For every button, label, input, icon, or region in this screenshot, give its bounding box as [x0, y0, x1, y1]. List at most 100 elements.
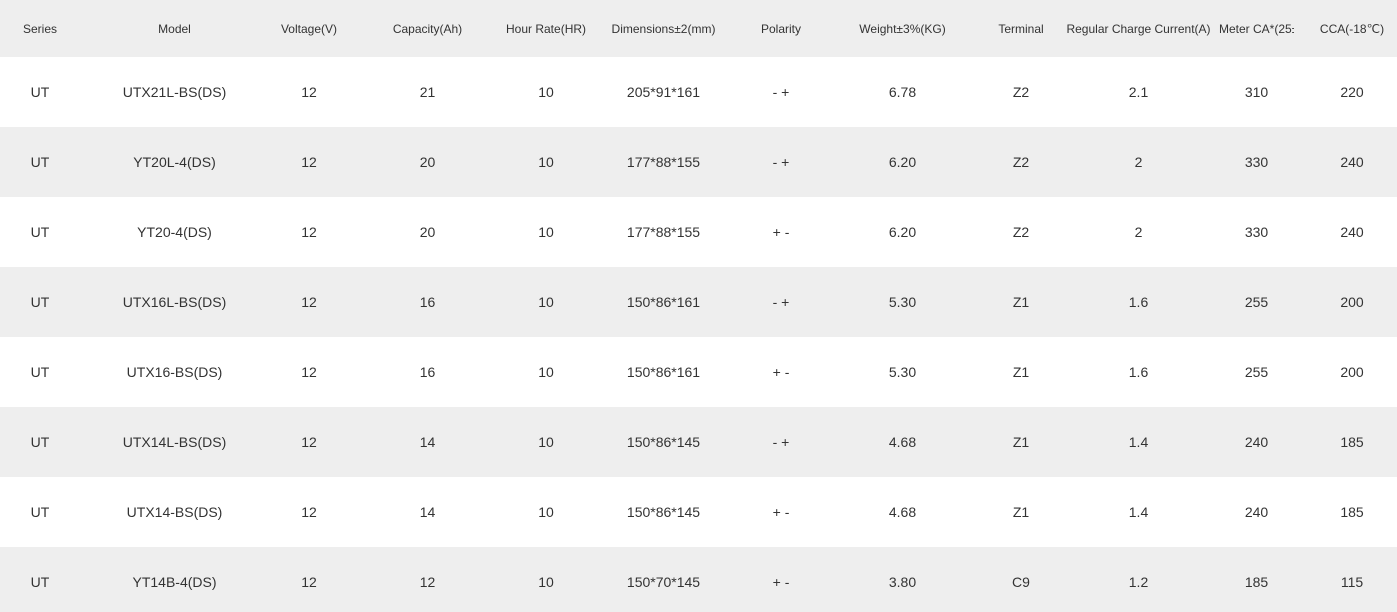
table-row: UT UTX21L-BS(DS) 12 21 10 205*91*161 - +… [0, 57, 1397, 127]
cell-dimensions: 177*88*155 [626, 224, 701, 240]
cell-hour-rate: 10 [538, 84, 554, 100]
cell-weight: 5.30 [888, 364, 917, 380]
cell-meter-ca: 330 [1244, 224, 1269, 240]
cell-terminal: Z1 [1012, 504, 1030, 520]
table-header-row: Series Model Voltage(V) Capacity(Ah) Hou… [0, 0, 1397, 57]
cell-model: YT14B-4(DS) [132, 574, 217, 590]
cell-series: UT [30, 294, 50, 310]
cell-polarity: - + [772, 434, 790, 450]
cell-cca: 200 [1340, 364, 1364, 380]
cell-weight: 4.68 [888, 504, 917, 520]
cell-series: UT [30, 504, 50, 520]
header-series: Series [22, 21, 57, 36]
table-row: UT UTX14L-BS(DS) 12 14 10 150*86*145 - +… [0, 407, 1397, 477]
cell-regular-charge-current: 1.6 [1128, 364, 1149, 380]
table-row: UT YT20-4(DS) 12 20 10 177*88*155 + - 6.… [0, 197, 1397, 267]
cell-terminal: Z2 [1012, 224, 1030, 240]
cell-capacity: 20 [419, 154, 436, 170]
header-voltage: Voltage(V) [280, 21, 338, 36]
cell-regular-charge-current: 2 [1134, 224, 1143, 240]
header-cca: CCA(-18℃) [1319, 21, 1385, 36]
cell-model: UTX16-BS(DS) [126, 364, 223, 380]
cell-regular-charge-current: 1.4 [1128, 504, 1149, 520]
cell-cca: 240 [1340, 224, 1364, 240]
table-row: UT UTX16-BS(DS) 12 16 10 150*86*161 + - … [0, 337, 1397, 407]
header-terminal: Terminal [998, 21, 1044, 36]
cell-dimensions: 150*86*161 [626, 364, 701, 380]
cell-cca: 200 [1340, 294, 1364, 310]
cell-series: UT [30, 434, 50, 450]
cell-dimensions: 150*70*145 [626, 574, 701, 590]
cell-dimensions: 150*86*161 [626, 294, 701, 310]
cell-voltage: 12 [301, 504, 317, 520]
cell-weight: 5.30 [888, 294, 917, 310]
header-regular-charge-current: Regular Charge Current(A) [1066, 21, 1211, 36]
cell-voltage: 12 [301, 364, 317, 380]
cell-weight: 6.20 [888, 154, 917, 170]
cell-capacity: 12 [419, 574, 436, 590]
cell-capacity: 14 [419, 504, 436, 520]
battery-spec-table: Series Model Voltage(V) Capacity(Ah) Hou… [0, 0, 1397, 612]
cell-cca: 115 [1340, 574, 1364, 590]
cell-model: UTX14-BS(DS) [126, 504, 223, 520]
cell-hour-rate: 10 [538, 434, 554, 450]
cell-regular-charge-current: 2.1 [1128, 84, 1149, 100]
cell-meter-ca: 185 [1244, 574, 1269, 590]
cell-series: UT [30, 364, 50, 380]
cell-meter-ca: 330 [1244, 154, 1269, 170]
cell-polarity: - + [772, 154, 790, 170]
cell-terminal: Z1 [1012, 294, 1030, 310]
cell-polarity: + - [772, 504, 790, 520]
table-row: UT UTX16L-BS(DS) 12 16 10 150*86*161 - +… [0, 267, 1397, 337]
cell-hour-rate: 10 [538, 154, 554, 170]
cell-dimensions: 150*86*145 [626, 434, 701, 450]
cell-model: UTX16L-BS(DS) [122, 294, 227, 310]
table-row: UT YT14B-4(DS) 12 12 10 150*70*145 + - 3… [0, 547, 1397, 612]
cell-weight: 4.68 [888, 434, 917, 450]
header-capacity: Capacity(Ah) [392, 21, 463, 36]
cell-terminal: Z2 [1012, 154, 1030, 170]
cell-weight: 6.78 [888, 84, 917, 100]
cell-capacity: 14 [419, 434, 436, 450]
cell-terminal: Z2 [1012, 84, 1030, 100]
table-row: UT UTX14-BS(DS) 12 14 10 150*86*145 + - … [0, 477, 1397, 547]
cell-polarity: + - [772, 574, 790, 590]
header-dimensions: Dimensions±2(mm) [611, 21, 716, 36]
cell-series: UT [30, 574, 50, 590]
cell-meter-ca: 255 [1244, 294, 1269, 310]
cell-hour-rate: 10 [538, 504, 554, 520]
header-polarity: Polarity [760, 21, 801, 36]
cell-terminal: Z1 [1012, 434, 1030, 450]
cell-voltage: 12 [301, 224, 317, 240]
cell-polarity: + - [772, 364, 790, 380]
cell-capacity: 20 [419, 224, 436, 240]
cell-voltage: 12 [301, 294, 317, 310]
cell-cca: 240 [1340, 154, 1364, 170]
cell-meter-ca: 255 [1244, 364, 1269, 380]
cell-hour-rate: 10 [538, 294, 554, 310]
cell-polarity: - + [772, 294, 790, 310]
cell-voltage: 12 [301, 574, 317, 590]
cell-capacity: 16 [419, 364, 436, 380]
cell-weight: 3.80 [888, 574, 917, 590]
cell-voltage: 12 [301, 84, 317, 100]
cell-cca: 220 [1340, 84, 1364, 100]
cell-voltage: 12 [301, 434, 317, 450]
header-meter-ca: Meter CA*(25±5℃) [1219, 21, 1294, 36]
cell-meter-ca: 240 [1244, 504, 1269, 520]
cell-polarity: - + [772, 84, 790, 100]
cell-voltage: 12 [301, 154, 317, 170]
cell-polarity: + - [772, 224, 790, 240]
cell-weight: 6.20 [888, 224, 917, 240]
header-hour-rate: Hour Rate(HR) [506, 21, 586, 36]
cell-series: UT [30, 224, 50, 240]
cell-regular-charge-current: 1.6 [1128, 294, 1149, 310]
cell-model: YT20L-4(DS) [133, 154, 216, 170]
table-row: UT YT20L-4(DS) 12 20 10 177*88*155 - + 6… [0, 127, 1397, 197]
header-weight: Weight±3%(KG) [859, 21, 946, 36]
cell-dimensions: 177*88*155 [626, 154, 701, 170]
cell-capacity: 16 [419, 294, 436, 310]
cell-hour-rate: 10 [538, 574, 554, 590]
cell-model: UTX21L-BS(DS) [122, 84, 227, 100]
cell-capacity: 21 [419, 84, 436, 100]
